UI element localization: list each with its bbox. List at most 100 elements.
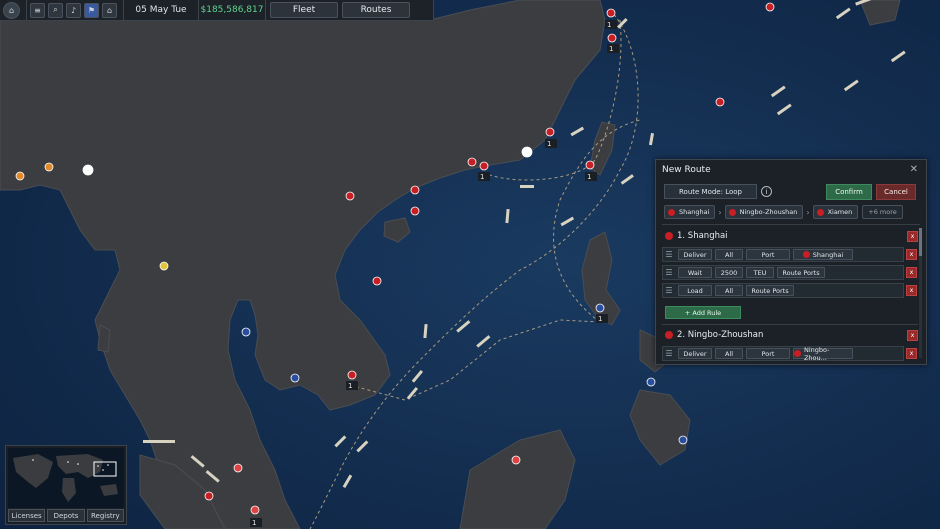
stop-chip-label: Xiamen [827, 208, 853, 216]
more-stops-chip[interactable]: +6 more [862, 205, 903, 219]
china-flag-icon [668, 208, 675, 216]
port-marker [410, 206, 420, 216]
island-srilanka [97, 324, 111, 353]
new-route-panel: New Route ✕ Route Mode: Loop i Confirm C… [655, 159, 927, 365]
info-icon[interactable]: i [761, 186, 772, 197]
scrollbar[interactable] [919, 228, 922, 358]
flag-icon[interactable]: ⚑ [84, 2, 99, 18]
stop-title: 2. Ningbo-Zhoushan [677, 330, 764, 340]
port-marker [15, 171, 25, 181]
port-marker [204, 491, 214, 501]
remove-rule-button[interactable]: x [906, 249, 917, 260]
rule-target[interactable]: Ningbo-Zhou... [793, 345, 853, 362]
drag-handle-icon[interactable]: ☰ [663, 349, 675, 358]
rule-kind[interactable]: Port [746, 348, 790, 359]
cancel-button[interactable]: Cancel [876, 184, 916, 200]
port-marker [765, 2, 775, 12]
scrollbar-thumb[interactable] [919, 228, 922, 256]
port-marker [290, 373, 300, 383]
drag-handle-icon[interactable]: ☰ [663, 250, 675, 259]
rule-kind[interactable]: Port [746, 249, 790, 260]
stop-chip-label: Ningbo-Zhoushan [739, 208, 798, 216]
rule-kind[interactable]: TEU [746, 267, 774, 278]
ship-count: 1 [609, 45, 613, 53]
minimap-view[interactable] [8, 448, 124, 508]
divider [662, 324, 918, 325]
home-icon[interactable]: ⌂ [3, 1, 20, 19]
depots-button[interactable]: Depots [47, 509, 85, 522]
bank-icon[interactable]: ⌂ [102, 2, 117, 18]
ship-count: 1 [480, 173, 484, 181]
rule-action[interactable]: Load [678, 285, 712, 296]
port-marker [678, 435, 688, 445]
rule-quantity[interactable]: All [715, 285, 743, 296]
rule-target[interactable]: Shanghai [793, 249, 853, 260]
port-marker [410, 185, 420, 195]
rule-target-label: Ningbo-Zhou... [803, 345, 830, 362]
close-icon[interactable]: ✕ [910, 164, 918, 175]
stop-chip[interactable]: Xiamen [812, 205, 859, 219]
china-flag-icon [728, 208, 736, 216]
rule-quantity[interactable]: All [715, 348, 743, 359]
chevron-right-icon: › [718, 207, 722, 217]
rule-row: ☰ Load All Route Ports x [662, 283, 917, 298]
company-balance: $185,586,817 [200, 5, 264, 15]
rule-target[interactable]: Route Ports [777, 267, 825, 278]
port-marker [545, 127, 555, 137]
port-marker [607, 33, 617, 43]
china-flag-icon [665, 331, 673, 339]
port-marker [159, 261, 169, 271]
rule-row: ☰ Deliver All Port Ningbo-Zhou... x [662, 345, 917, 362]
remove-rule-button[interactable]: x [906, 267, 917, 278]
stop-chip-label: Shanghai [679, 208, 710, 216]
ship-count: 1 [547, 140, 551, 148]
search-icon[interactable]: ⌕ [48, 2, 63, 18]
port-marker [44, 162, 54, 172]
remove-rule-button[interactable]: x [906, 285, 917, 296]
port-marker [585, 160, 595, 170]
drag-handle-icon[interactable]: ☰ [663, 268, 675, 277]
port-marker [345, 191, 355, 201]
licenses-button[interactable]: Licenses [8, 509, 46, 522]
port-marker [646, 377, 656, 387]
menu-icon[interactable]: ≡ [30, 2, 45, 18]
port-marker [595, 303, 605, 313]
stop-chip[interactable]: Shanghai [664, 205, 716, 219]
ship-count: 1 [252, 519, 256, 527]
rule-kind[interactable]: Route Ports [746, 285, 794, 296]
fleet-button[interactable]: Fleet [270, 2, 338, 18]
drag-handle-icon[interactable]: ☰ [663, 286, 675, 295]
ship [143, 440, 175, 443]
rule-target-label: Shanghai [812, 250, 844, 259]
route-mode-button[interactable]: Route Mode: Loop [664, 184, 757, 199]
stop-header: 1. Shanghai x [662, 228, 918, 244]
rule-quantity[interactable]: 2500 [715, 267, 743, 278]
port-marker [372, 276, 382, 286]
add-rule-button[interactable]: + Add Rule [665, 306, 741, 319]
divider [26, 0, 27, 21]
registry-button[interactable]: Registry [86, 509, 124, 522]
port-marker [511, 455, 521, 465]
rule-action[interactable]: Deliver [678, 249, 712, 260]
remove-stop-button[interactable]: x [907, 231, 918, 242]
divider [662, 224, 920, 225]
stop-title: 1. Shanghai [677, 231, 728, 241]
chevron-right-icon: › [806, 207, 810, 217]
port-marker [606, 8, 616, 18]
remove-rule-button[interactable]: x [906, 348, 917, 359]
remove-stop-button[interactable]: x [907, 330, 918, 341]
stop-chip[interactable]: Ningbo-Zhoushan [724, 205, 804, 219]
routes-button[interactable]: Routes [342, 2, 410, 18]
port-marker [521, 146, 533, 158]
china-flag-icon [794, 350, 801, 357]
port-marker [241, 327, 251, 337]
bell-icon[interactable]: ♪ [66, 2, 81, 18]
port-marker [233, 463, 243, 473]
rule-action[interactable]: Deliver [678, 348, 712, 359]
rule-action[interactable]: Wait [678, 267, 712, 278]
confirm-button[interactable]: Confirm [826, 184, 872, 200]
rule-quantity[interactable]: All [715, 249, 743, 260]
china-flag-icon [802, 251, 810, 258]
port-marker [82, 164, 94, 176]
stop-header: 2. Ningbo-Zhoushan x [662, 327, 918, 343]
